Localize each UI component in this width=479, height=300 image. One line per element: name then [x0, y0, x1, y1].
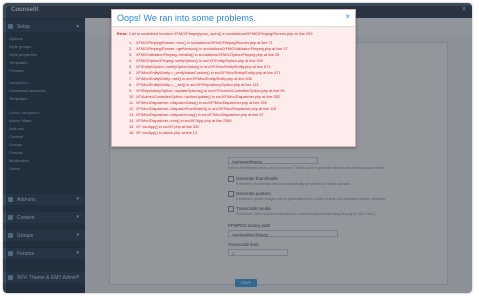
trace-line: 2. XFMG\Ffmpeg\Runner->getVersion() in sr… — [129, 47, 288, 51]
trace-line: 11. XF\Mvc\Dispatcher->dispatchClass() in… — [129, 101, 267, 105]
trace-line: 14. XF\Mvc\Dispatcher->run() in src/XF/Ap… — [129, 119, 232, 123]
trace-line: 3. XFMG\Validator\Ffmpeg->isValid() in sr… — [129, 53, 280, 57]
trace-line: 15. XF::runApp() in src/XF.php at line 53… — [129, 125, 200, 129]
dialog-header: Oops! We ran into some problems. × — [112, 10, 355, 27]
trace-line: 13. XF\Mvc\Dispatcher->dispatchLoop() in … — [129, 113, 264, 117]
error-message: Error: Call to undefined function XFMG\F… — [117, 31, 313, 36]
trace-line: 16. XF::runApp() in admin.php at line 13 — [129, 131, 197, 135]
trace-line: 6. XF\Mvc\Entity\Entity->_verifyValueCust… — [129, 71, 281, 75]
trace-line: 12. XF\Mvc\Dispatcher->dispatchFromMatch(… — [129, 107, 277, 111]
trace-line: 7. XF\Mvc\Entity\Entity->set() in src/XF/… — [129, 77, 252, 81]
trace-line: 9. XF\Repository\Option->updateOptions() … — [129, 89, 285, 93]
trace-line: 5. XF\Entity\Option->verifyOptionValue() … — [129, 65, 271, 69]
trace-line: 10. XF\Admin\Controller\Option->actionUpd… — [129, 95, 280, 99]
trace-line: 1. XFMG\Ffmpeg\Runner->run() in src/addon… — [129, 41, 273, 45]
trace-line: 4. XFMG\Option\Ffmpeg::verifyOption() in … — [129, 59, 263, 63]
trace-line: 8. XF\Mvc\Entity\Entity->__set() in src/X… — [129, 83, 259, 87]
dialog-title: Oops! We ran into some problems. — [117, 13, 256, 23]
error-dialog: Oops! We ran into some problems. × Error… — [111, 9, 356, 147]
close-icon[interactable]: × — [345, 12, 350, 21]
